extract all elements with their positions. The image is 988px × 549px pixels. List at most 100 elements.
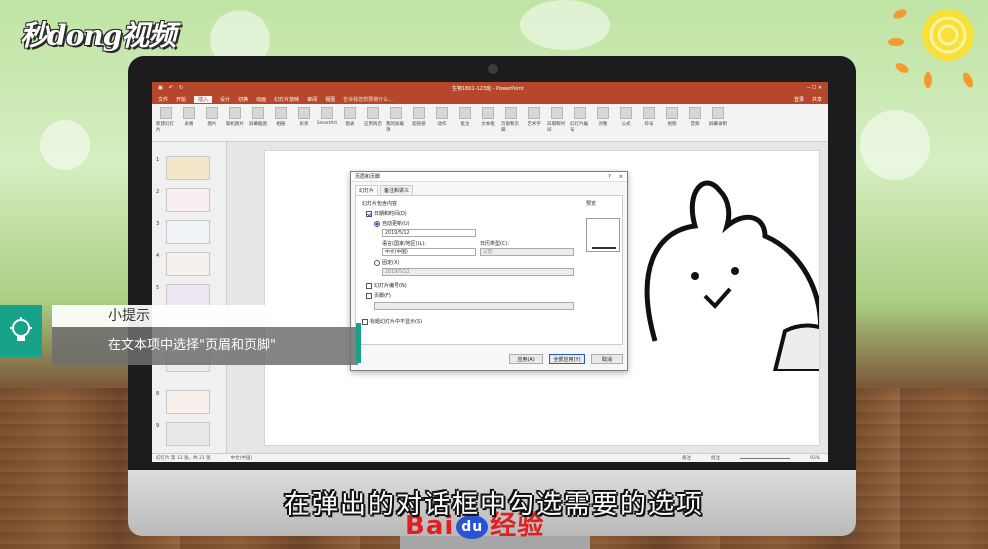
close-icon[interactable]: × — [619, 174, 623, 180]
bokeh-light — [520, 0, 610, 50]
pictures-button[interactable]: 图片 — [202, 107, 222, 127]
new-slide-button[interactable]: 新建幻灯片 — [156, 107, 176, 133]
apply-button[interactable]: 应用(A) — [509, 354, 543, 364]
auto-date-select[interactable]: 2019/5/12 — [382, 229, 476, 237]
dont-show-title-checkbox[interactable] — [362, 318, 368, 325]
brand-logo: 秒dong视频 — [20, 19, 176, 52]
tab-animations[interactable]: 动画 — [256, 96, 266, 103]
status-bar: 幻灯片 第 13 张，共 21 张 中文(中国) 备注 批注 93% — [152, 453, 828, 462]
slide-thumbnail[interactable]: 1 — [156, 156, 210, 180]
slide-thumbnail-pane: 1 2 3 4 5 6 7 8 9 — [152, 142, 227, 453]
tab-review[interactable]: 审阅 — [307, 96, 317, 103]
dialog-title-bar: 页眉和页脚 ? × — [351, 172, 627, 182]
lightbulb-icon — [0, 305, 42, 357]
save-icon[interactable]: ▣ — [158, 85, 163, 91]
fixed-radio[interactable] — [374, 259, 380, 266]
calendar-select[interactable]: 公历 — [480, 248, 574, 256]
slide-number-label: 幻灯片编号(N) — [374, 283, 407, 289]
hyperlink-button[interactable]: 超链接 — [409, 107, 429, 127]
footer-field[interactable] — [374, 302, 574, 310]
footer-checkbox[interactable] — [366, 292, 372, 299]
equation-button[interactable]: 公式 — [616, 107, 636, 127]
header-footer-button[interactable]: 页眉和页脚 — [501, 107, 521, 133]
tab-slide[interactable]: 幻灯片 — [355, 185, 379, 195]
sun-icon — [888, 9, 974, 88]
window-controls[interactable]: ─ ☐ ✕ — [807, 85, 822, 91]
online-pictures-button[interactable]: 联机图片 — [225, 107, 245, 127]
tip-text: 在文本项中选择"页眉和页脚" — [52, 327, 358, 365]
action-button[interactable]: 动作 — [432, 107, 452, 127]
slide-number-checkbox[interactable] — [366, 282, 372, 289]
language-status[interactable]: 中文(中国) — [231, 455, 253, 461]
screen-recording-button[interactable]: 屏幕录制 — [708, 107, 728, 127]
bokeh-light — [40, 120, 90, 170]
comments-button[interactable]: 批注 — [711, 455, 720, 461]
tab-file[interactable]: 文件 — [158, 96, 168, 103]
date-time-checkbox[interactable] — [366, 210, 372, 217]
slide-thumbnail[interactable]: 4 — [156, 252, 210, 276]
slide-info: 幻灯片 第 13 张，共 21 张 — [156, 456, 211, 461]
preview-label: 预览 — [586, 201, 597, 207]
header-footer-dialog: 页眉和页脚 ? × 幻灯片 备注和讲义 幻灯片包含内容 预览 日期和时间(D) 自… — [350, 171, 628, 371]
tab-design[interactable]: 设计 — [220, 96, 230, 103]
slide-thumbnail[interactable]: 9 — [156, 422, 210, 446]
undo-icon[interactable]: ↶ — [169, 85, 173, 91]
slide-thumbnail[interactable]: 2 — [156, 188, 210, 212]
table-button[interactable]: 表格 — [179, 107, 199, 127]
tab-home[interactable]: 开始 — [176, 96, 186, 103]
ribbon-tabs: 文件 开始 插入 设计 切换 动画 幻灯片放映 审阅 视图 告诉我您想要做什么.… — [152, 94, 828, 104]
comment-button[interactable]: 批注 — [455, 107, 475, 127]
share-button[interactable]: 共享 — [812, 96, 822, 103]
dialog-title: 页眉和页脚 — [355, 174, 381, 180]
tip-accent-bar — [356, 323, 361, 363]
auto-update-radio[interactable] — [374, 220, 380, 227]
redo-icon[interactable]: ↻ — [179, 85, 183, 91]
date-time-button[interactable]: 日期和时间 — [547, 107, 567, 133]
dialog-body: 幻灯片包含内容 预览 日期和时间(D) 自动更新(U) 2019/5/12 语言… — [355, 195, 623, 345]
shapes-button[interactable]: 形状 — [294, 107, 314, 127]
tab-slideshow[interactable]: 幻灯片放映 — [274, 96, 299, 103]
store-button[interactable]: 应用商店 — [363, 107, 383, 127]
symbol-button[interactable]: 符号 — [639, 107, 659, 127]
tab-notes-handouts[interactable]: 备注和讲义 — [380, 185, 414, 195]
audio-button[interactable]: 音频 — [685, 107, 705, 127]
dialog-tabs: 幻灯片 备注和讲义 — [351, 182, 627, 195]
fixed-label: 固定(X) — [382, 260, 400, 266]
textbox-button[interactable]: 文本框 — [478, 107, 498, 127]
footer-label: 页脚(F) — [374, 293, 391, 299]
smartart-button[interactable]: SmartArt — [317, 107, 337, 126]
ribbon-insert: 新建幻灯片 表格 图片 联机图片 屏幕截图 相册 形状 SmartArt 图表 … — [152, 104, 828, 142]
slide-thumbnail[interactable]: 8 — [156, 390, 210, 414]
tab-insert[interactable]: 插入 — [194, 95, 213, 103]
cancel-button[interactable]: 取消 — [591, 354, 623, 364]
tip-overlay: 小提示 在文本项中选择"页眉和页脚" — [0, 305, 358, 365]
object-button[interactable]: 对象 — [593, 107, 613, 127]
apply-all-button[interactable]: 全部应用(Y) — [549, 354, 585, 364]
video-subtitle: 在弹出的对话框中勾选需要的选项 — [283, 490, 704, 520]
photo-album-button[interactable]: 相册 — [271, 107, 291, 127]
slide-number-button[interactable]: 幻灯片编号 — [570, 107, 590, 133]
tip-title: 小提示 — [52, 305, 312, 327]
wordart-button[interactable]: 艺术字 — [524, 107, 544, 127]
slide-thumbnail[interactable]: 3 — [156, 220, 210, 244]
fixed-date-field[interactable]: 2019/5/12 — [382, 268, 574, 276]
login-link[interactable]: 登录 — [794, 96, 804, 103]
chart-button[interactable]: 图表 — [340, 107, 360, 127]
tell-me-box[interactable]: 告诉我您想要做什么... — [343, 96, 393, 103]
my-addins-button[interactable]: 我的加载项 — [386, 107, 406, 133]
tab-view[interactable]: 视图 — [325, 96, 335, 103]
window-title: 生物1801-123班 - PowerPoint — [452, 86, 524, 92]
notes-button[interactable]: 备注 — [682, 455, 691, 461]
bunny-illustration — [644, 180, 819, 371]
title-bar: ▣ ↶ ↻ 生物1801-123班 - PowerPoint ─ ☐ ✕ — [152, 82, 828, 94]
zoom-level[interactable]: 93% — [810, 456, 820, 461]
powerpoint-window: ▣ ↶ ↻ 生物1801-123班 - PowerPoint ─ ☐ ✕ 文件 … — [152, 82, 828, 462]
help-icon[interactable]: ? — [608, 174, 611, 180]
language-select[interactable]: 中文(中国) — [382, 248, 476, 256]
bokeh-light — [860, 110, 930, 180]
zoom-slider[interactable] — [739, 457, 790, 459]
video-button[interactable]: 视频 — [662, 107, 682, 127]
auto-update-label: 自动更新(U) — [382, 221, 410, 227]
tab-transitions[interactable]: 切换 — [238, 96, 248, 103]
screenshot-button[interactable]: 屏幕截图 — [248, 107, 268, 127]
